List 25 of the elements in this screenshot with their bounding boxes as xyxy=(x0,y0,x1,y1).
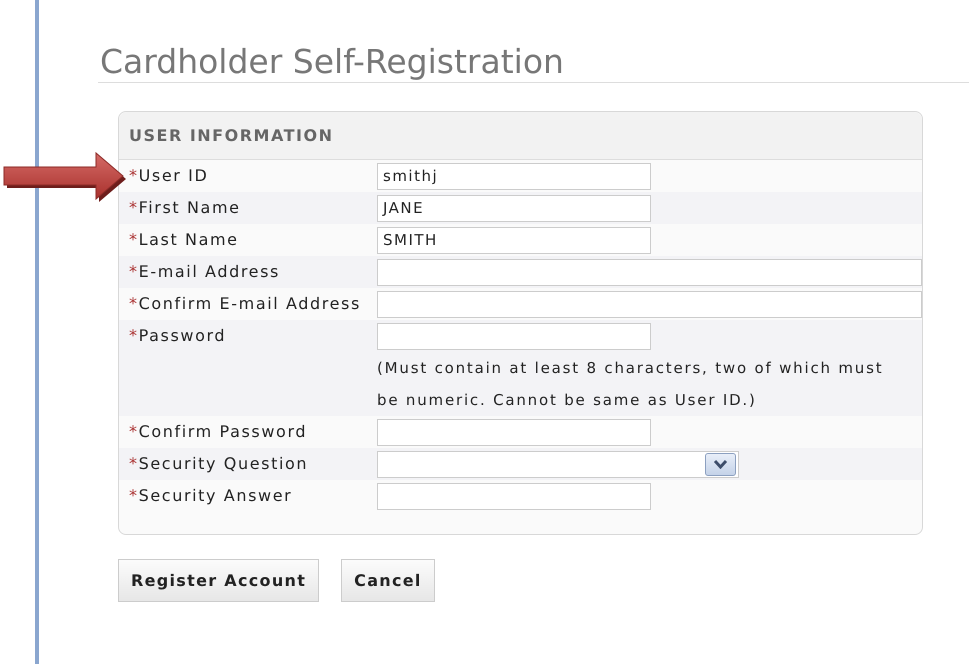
text-field[interactable] xyxy=(377,483,651,510)
section-header: USER INFORMATION xyxy=(119,112,922,160)
text-field[interactable]: JANE xyxy=(377,195,651,222)
text-field[interactable] xyxy=(377,259,922,286)
form-button[interactable]: Register Account xyxy=(118,559,320,602)
field-label: *User ID xyxy=(128,165,210,186)
dropdown-field[interactable] xyxy=(377,451,739,478)
field-label: *Confirm E-mail Address xyxy=(128,293,362,314)
text-field[interactable] xyxy=(377,419,651,446)
field-label: *Security Question xyxy=(128,453,310,474)
field-label: *Security Answer xyxy=(128,485,294,506)
page-title: Cardholder Self-Registration xyxy=(100,42,565,82)
dropdown-button[interactable] xyxy=(705,453,736,476)
text-field[interactable]: SMITH xyxy=(377,227,651,254)
text-field[interactable] xyxy=(377,323,651,350)
text-field[interactable] xyxy=(377,291,922,318)
form-button[interactable]: Cancel xyxy=(341,559,435,602)
field-label: *First Name xyxy=(128,197,242,218)
field-label: *Confirm Password xyxy=(128,421,308,442)
password-hint: (Must contain at least 8 characters, two of which must be numeric. Cannot be same as User ID.) xyxy=(377,358,884,411)
text-field[interactable]: smithj xyxy=(377,163,651,190)
field-label: *Password xyxy=(128,325,228,346)
field-label: *E-mail Address xyxy=(128,261,281,282)
chevron-down-icon xyxy=(714,460,727,469)
field-label: *Last Name xyxy=(128,229,240,250)
